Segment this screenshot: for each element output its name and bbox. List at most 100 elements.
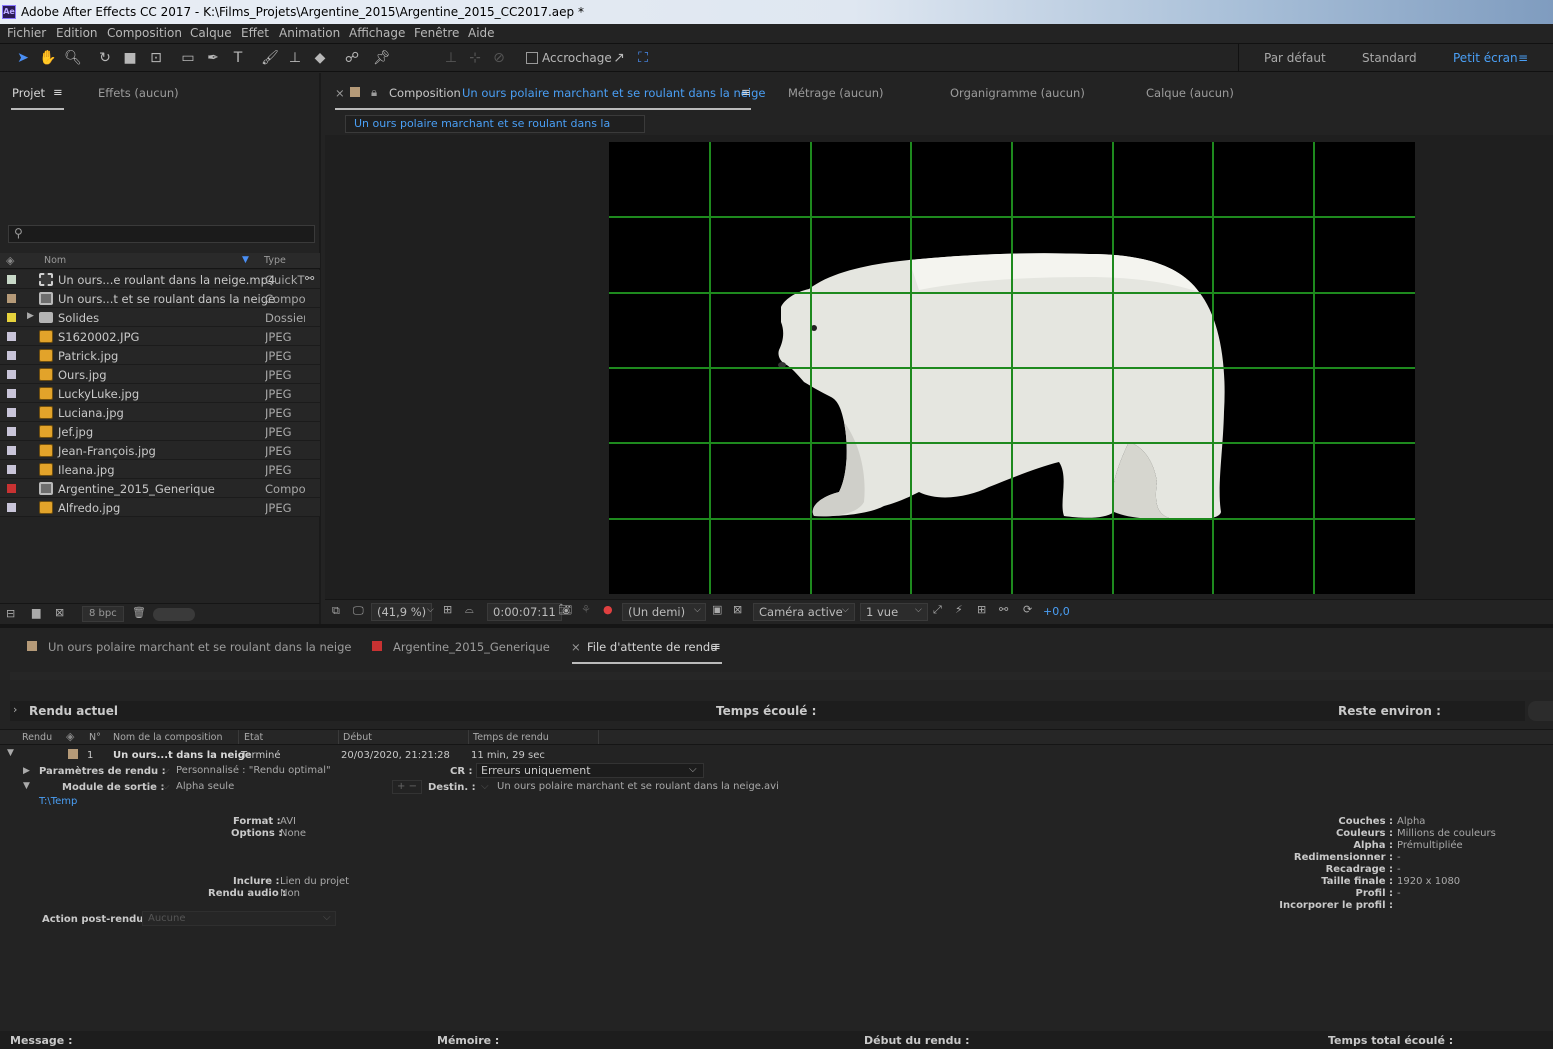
menu-calque[interactable]: Calque	[190, 26, 232, 40]
label-color-swatch[interactable]	[7, 484, 16, 493]
column-type[interactable]: Type	[264, 255, 286, 266]
tab-organigramme[interactable]: Organigramme (aucun)	[950, 86, 1085, 100]
comp-breadcrumb[interactable]: Un ours polaire marchant et se roulant d…	[345, 115, 645, 146]
close-tab-icon[interactable]: ×	[571, 640, 581, 654]
timeline-icon[interactable]: ⊞	[977, 603, 986, 616]
mask-visibility-icon[interactable]: ⌓	[465, 603, 474, 617]
hand-tool-icon[interactable]: ✋	[39, 49, 57, 67]
toggle-pixel-aspect-icon[interactable]: ⤢	[933, 603, 942, 617]
monitor-icon[interactable]: 🖵︎	[353, 604, 364, 618]
workspace-par-defaut[interactable]: Par défaut	[1264, 51, 1326, 65]
workspace-petit-ecran[interactable]: Petit écran	[1453, 51, 1518, 65]
reset-exposure-icon[interactable]: ⟳	[1023, 603, 1032, 616]
tab-effets[interactable]: Effets (aucun)	[98, 86, 179, 100]
label-color-swatch[interactable]	[7, 446, 16, 455]
world-axis-icon[interactable]: ⊹	[466, 49, 484, 67]
timecode-display[interactable]: 0:00:07:11	[487, 603, 562, 621]
composition-viewer[interactable]	[609, 142, 1415, 594]
rotation-tool-icon[interactable]: ↻	[96, 49, 114, 67]
clone-stamp-tool-icon[interactable]: ⊥	[286, 49, 304, 67]
item-comp-name[interactable]: Un ours...t dans la neige	[113, 750, 252, 761]
menu-animation[interactable]: Animation	[279, 26, 340, 40]
col-comp-name[interactable]: Nom de la composition	[113, 732, 223, 743]
label-color-swatch[interactable]	[7, 427, 16, 436]
tab-composition-name[interactable]: Un ours polaire marchant et se roulant d…	[462, 86, 765, 100]
transparency-grid-icon[interactable]: ⊠	[733, 603, 742, 616]
add-remove-output-icon[interactable]: + −	[392, 780, 422, 794]
render-button[interactable]	[1528, 701, 1553, 721]
col-num[interactable]: N°	[89, 732, 101, 743]
channels-rgb-icon[interactable]: ●	[603, 603, 613, 616]
safe-zones-icon[interactable]: ⊞	[443, 603, 452, 616]
tab-composition-prefix[interactable]: Composition	[389, 86, 461, 100]
comp-panel-menu-icon[interactable]: ≡	[741, 85, 751, 99]
item-color-swatch[interactable]	[68, 749, 78, 759]
bpc-button[interactable]: 8 bpc	[82, 606, 124, 622]
project-list-item[interactable]: Jean-François.jpg JPEG	[0, 441, 320, 460]
menu-fenetre[interactable]: Fenêtre	[414, 26, 459, 40]
search-input[interactable]: ⚲	[8, 225, 315, 243]
cr-dropdown[interactable]: Erreurs uniquement ⌵	[476, 763, 704, 778]
menu-aide[interactable]: Aide	[468, 26, 495, 40]
label-color-swatch[interactable]	[7, 313, 16, 322]
exposure-value[interactable]: +0,0	[1043, 605, 1070, 618]
tab-comp-generique[interactable]: Argentine_2015_Generique	[393, 640, 550, 654]
pan-behind-tool-icon[interactable]: ⊡	[147, 49, 165, 67]
project-list-item[interactable]: Un ours...t et se roulant dans la neige C…	[0, 289, 320, 308]
panel-menu-icon[interactable]: ≡	[53, 85, 63, 99]
label-color-swatch[interactable]	[7, 503, 16, 512]
show-snapshot-icon[interactable]: ⚘	[581, 603, 591, 616]
render-settings-value[interactable]: Personnalisé : "Rendu optimal"	[176, 765, 331, 776]
menu-composition[interactable]: Composition	[107, 26, 182, 40]
render-queue-menu-icon[interactable]: ≡	[711, 639, 721, 653]
pen-tool-icon[interactable]: ✒	[204, 49, 222, 67]
label-tag-icon[interactable]: ◈	[66, 730, 74, 743]
label-color-swatch[interactable]	[7, 332, 16, 341]
dest-value[interactable]: Un ours polaire marchant et se roulant d…	[497, 781, 779, 792]
local-axis-icon[interactable]: ⊥	[442, 49, 460, 67]
col-temps-rendu[interactable]: Temps de rendu	[473, 732, 549, 743]
brush-tool-icon[interactable]: 🖌︎	[261, 49, 279, 67]
camera-dropdown[interactable]: Caméra active	[753, 603, 855, 621]
expand-triangle-icon[interactable]: ▼	[7, 748, 14, 758]
tab-render-queue[interactable]: File d'attente de rendu	[587, 640, 718, 654]
region-of-interest-icon[interactable]: ▣	[712, 603, 722, 616]
trash-icon[interactable]: 🗑︎	[132, 606, 146, 619]
puppet-pin-tool-icon[interactable]: 📌︎	[373, 49, 391, 67]
chevron-down-icon[interactable]: ⌵	[481, 781, 489, 792]
output-path[interactable]: T:\Temp	[39, 796, 77, 807]
flowchart-icon[interactable]: ⚯	[999, 603, 1008, 616]
snap-options-icon[interactable]: ↗	[610, 49, 628, 67]
label-color-swatch[interactable]	[7, 465, 16, 474]
expand-triangle-icon[interactable]: ▼	[23, 781, 30, 791]
col-etat[interactable]: Etat	[244, 732, 263, 743]
project-list-item[interactable]: Luciana.jpg JPEG	[0, 403, 320, 422]
lock-icon[interactable]: 🔒︎	[371, 85, 377, 100]
chevron-right-icon[interactable]: ›	[13, 703, 17, 716]
col-debut[interactable]: Début	[343, 732, 372, 743]
tab-calque[interactable]: Calque (aucun)	[1146, 86, 1234, 100]
menu-effet[interactable]: Effet	[241, 26, 269, 40]
zoom-tool-icon[interactable]: 🔍︎	[64, 49, 82, 67]
output-module-value[interactable]: Alpha seule	[176, 781, 234, 792]
snapshot-camera-icon[interactable]: 📷︎	[558, 603, 572, 616]
tab-projet[interactable]: Projet	[12, 86, 45, 100]
project-list-item[interactable]: Ileana.jpg JPEG	[0, 460, 320, 479]
snap-target-icon[interactable]: ⛶	[634, 49, 652, 67]
view-axis-icon[interactable]: ⊘	[490, 49, 508, 67]
project-list-item[interactable]: S1620002.JPG JPEG	[0, 327, 320, 346]
rectangle-tool-icon[interactable]: ▭	[179, 49, 197, 67]
project-list-item[interactable]: Ours.jpg JPEG	[0, 365, 320, 384]
type-tool-icon[interactable]: T	[229, 49, 247, 67]
workspace-menu-icon[interactable]: ≡	[1518, 51, 1528, 65]
chevron-down-icon[interactable]: ⌵	[162, 781, 170, 792]
project-list-item[interactable]: Jef.jpg JPEG	[0, 422, 320, 441]
menu-affichage[interactable]: Affichage	[349, 26, 405, 40]
label-color-swatch[interactable]	[7, 275, 16, 284]
snap-checkbox[interactable]	[526, 52, 538, 64]
project-list-item[interactable]: Patrick.jpg JPEG	[0, 346, 320, 365]
interpret-footage-icon[interactable]: ⊟	[6, 607, 15, 620]
camera-tool-icon[interactable]: ■	[121, 49, 139, 67]
collapsed-triangle-icon[interactable]: ▶	[23, 766, 30, 776]
folder-expand-icon[interactable]: ▶	[27, 311, 34, 321]
